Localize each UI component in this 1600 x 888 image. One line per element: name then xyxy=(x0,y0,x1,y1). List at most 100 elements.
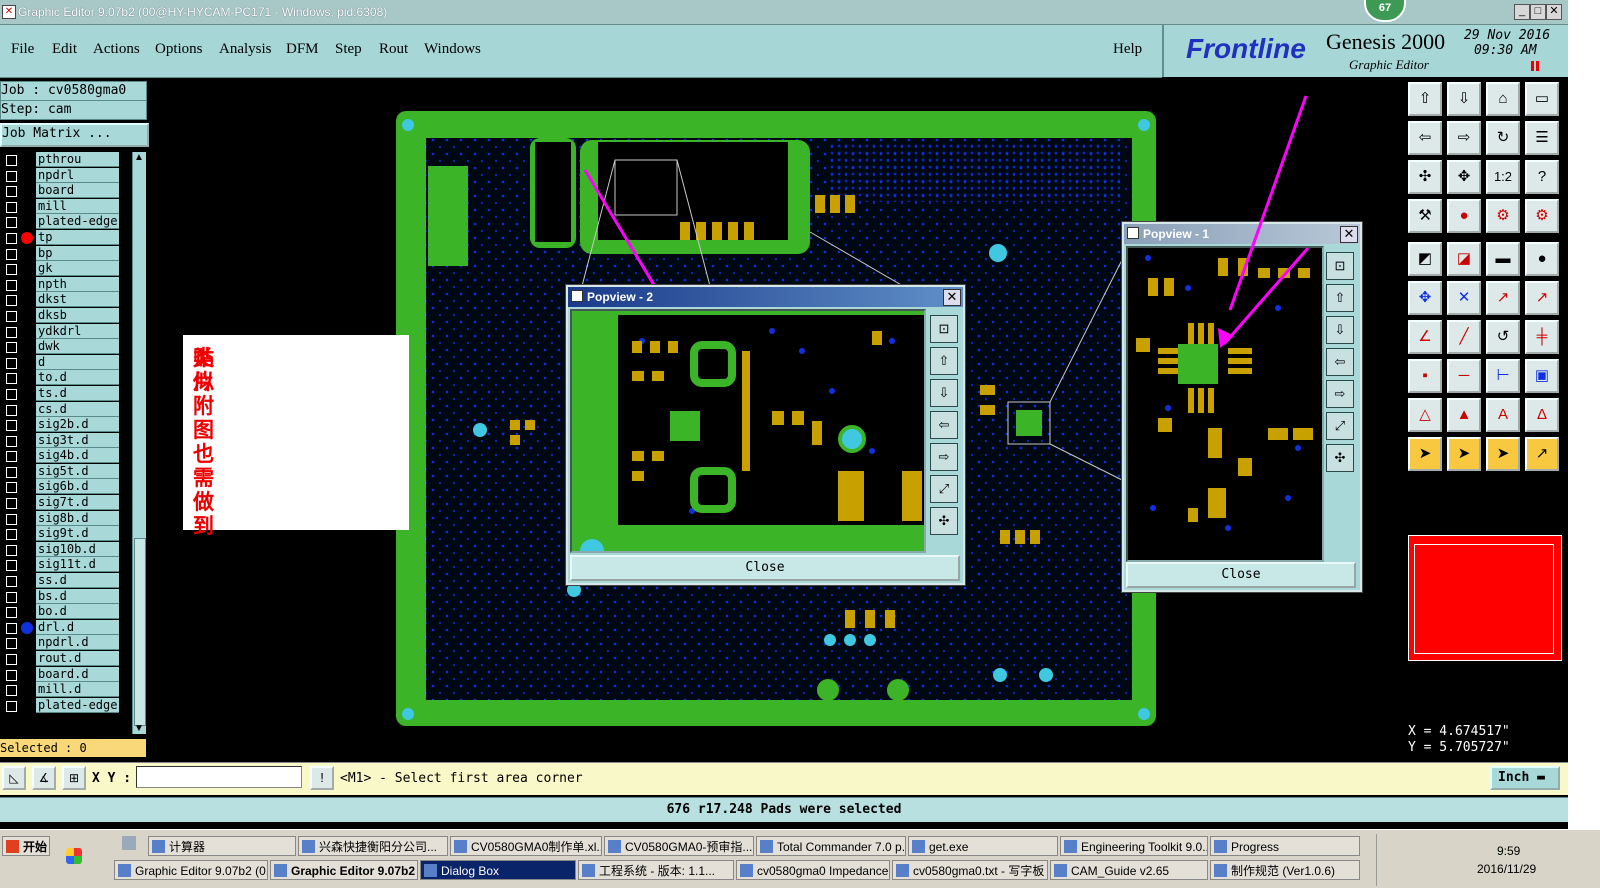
scroll-thumb[interactable] xyxy=(134,538,146,726)
layer-checkbox[interactable] xyxy=(6,420,17,432)
layer-row[interactable]: sig4b.d xyxy=(0,448,133,464)
layer-row[interactable]: rout.d xyxy=(0,651,133,667)
scale-1-2-icon[interactable]: 1:2 xyxy=(1486,160,1520,194)
layer-row[interactable]: bp xyxy=(0,245,133,262)
layer-checkbox[interactable] xyxy=(6,295,17,307)
layer-name[interactable]: sig3t.d xyxy=(36,432,119,448)
layer-name[interactable]: plated-edge xyxy=(36,214,119,230)
layer-checkbox[interactable] xyxy=(6,591,17,603)
layer-row[interactable]: board xyxy=(0,183,133,199)
grid-icon[interactable]: ⊞ xyxy=(62,766,86,790)
layer-checkbox[interactable] xyxy=(6,310,17,322)
layer-name[interactable]: npdrl.d xyxy=(36,635,119,651)
menu-actions[interactable]: Actions xyxy=(93,41,140,58)
menu-options[interactable]: Options xyxy=(155,41,203,58)
layer-row[interactable]: mill xyxy=(0,198,133,215)
layer-name[interactable]: bs.d xyxy=(36,588,119,604)
layer-row[interactable]: ts.d xyxy=(0,385,133,402)
move-right-icon[interactable]: ⇨ xyxy=(1447,121,1481,155)
layer-name[interactable]: sig10b.d xyxy=(36,541,119,557)
menu-dfm[interactable]: DFM xyxy=(286,41,319,58)
layer-row[interactable]: d xyxy=(0,354,133,371)
layer-name[interactable]: gk xyxy=(36,261,119,277)
layer-row[interactable]: drl.d xyxy=(0,619,133,636)
taskbar-item[interactable]: 制作规范 (Ver1.0.6) xyxy=(1210,860,1360,880)
popview-1-close-button[interactable]: Close xyxy=(1126,562,1356,588)
layer-checkbox[interactable] xyxy=(6,217,17,229)
triangle-icon[interactable]: △ xyxy=(1408,398,1442,432)
layer-row[interactable]: sig9t.d xyxy=(0,526,133,542)
popview-2-close-icon[interactable]: ✕ xyxy=(943,289,961,306)
triangle3-icon[interactable]: A xyxy=(1486,398,1520,432)
connect-icon[interactable]: ✥ xyxy=(1408,281,1442,315)
layer-name[interactable]: dwk xyxy=(36,339,119,355)
layer-row[interactable]: pthrou xyxy=(0,152,133,168)
layer-row[interactable]: sig3t.d xyxy=(0,432,133,449)
layer-checkbox[interactable] xyxy=(6,482,17,494)
layer-checkbox[interactable] xyxy=(6,498,17,510)
taskbar-item[interactable]: Engineering Toolkit 9.0... xyxy=(1060,836,1208,856)
move-up-icon[interactable]: ⇧ xyxy=(1408,82,1442,116)
layer-checkbox[interactable] xyxy=(6,404,17,416)
pan-up-icon[interactable]: ⇧ xyxy=(930,347,958,375)
dot-icon[interactable]: ● xyxy=(1525,242,1559,276)
layer-row[interactable]: gk xyxy=(0,261,133,277)
overview-map[interactable] xyxy=(1408,535,1562,661)
layer-name[interactable]: drl.d xyxy=(36,619,119,635)
mode-icon-2[interactable]: ∡ xyxy=(32,766,56,790)
redraw-icon[interactable]: ↻ xyxy=(1486,121,1520,155)
layer-checkbox[interactable] xyxy=(6,279,17,291)
info-icon[interactable]: ! xyxy=(310,766,334,790)
layer-checkbox[interactable] xyxy=(6,264,17,276)
layer-name[interactable]: sig2b.d xyxy=(36,417,119,433)
layer-row[interactable]: npdrl.d xyxy=(0,635,133,651)
layer-checkbox[interactable] xyxy=(6,544,17,556)
layer-name[interactable]: mill xyxy=(36,198,119,214)
pointer2-icon[interactable]: ➤ xyxy=(1447,437,1481,471)
dash-icon[interactable]: ─ xyxy=(1447,359,1481,393)
tool-icon[interactable]: ⚒ xyxy=(1408,199,1442,233)
arc-icon[interactable]: ↺ xyxy=(1486,320,1520,354)
layer-row[interactable]: sig7t.d xyxy=(0,495,133,511)
pan-right-icon[interactable]: ⇨ xyxy=(930,443,958,471)
zoom-out-icon[interactable]: ⤢ xyxy=(1326,412,1354,440)
layer-checkbox[interactable] xyxy=(6,529,17,541)
job-matrix-button[interactable]: Job Matrix ... xyxy=(0,123,149,147)
layer-row[interactable]: sig2b.d xyxy=(0,417,133,433)
layer-row[interactable]: dkst xyxy=(0,292,133,308)
taskbar-item[interactable]: Dialog Box xyxy=(420,860,576,880)
layer-checkbox[interactable] xyxy=(6,607,17,619)
taskbar-item[interactable]: CAM_Guide v2.65 xyxy=(1050,860,1208,880)
layer-row[interactable]: dwk xyxy=(0,339,133,355)
layer-name[interactable]: d xyxy=(36,354,119,370)
layer-checkbox[interactable] xyxy=(6,373,17,385)
layer-row[interactable]: sig10b.d xyxy=(0,541,133,558)
taskbar-item[interactable]: CV0580GMA0-预审指... xyxy=(604,836,754,856)
layer-row[interactable]: plated-edge xyxy=(0,697,133,714)
layer-name[interactable]: dkst xyxy=(36,292,119,308)
layer-name[interactable]: sig5t.d xyxy=(36,463,119,479)
layer-checkbox[interactable] xyxy=(6,560,17,572)
layer-row[interactable]: ydkdrl xyxy=(0,323,133,340)
layer-checkbox[interactable] xyxy=(6,435,17,447)
dimension-icon[interactable]: ⊢ xyxy=(1486,359,1520,393)
layer-checkbox[interactable] xyxy=(6,170,17,182)
layer-checkbox[interactable] xyxy=(6,622,17,634)
layer-name[interactable]: pthrou xyxy=(36,152,119,167)
layer-name[interactable]: sig8b.d xyxy=(36,510,119,526)
zoom-out-icon[interactable]: ⤢ xyxy=(930,475,958,503)
pan-icon[interactable]: ✥ xyxy=(1447,160,1481,194)
layer-checkbox[interactable] xyxy=(6,357,17,369)
layer-row[interactable]: npdrl xyxy=(0,167,133,184)
layer-row[interactable]: tp xyxy=(0,229,133,246)
move-left-icon[interactable]: ⇦ xyxy=(1408,121,1442,155)
layer-checkbox[interactable] xyxy=(6,326,17,338)
net2-icon[interactable]: ⚙ xyxy=(1525,199,1559,233)
layer-row[interactable]: dksb xyxy=(0,307,133,324)
quick-launch-icon[interactable] xyxy=(66,848,82,864)
layer-scrollbar[interactable]: ▲ ▼ xyxy=(132,152,146,734)
layer-checkbox[interactable] xyxy=(6,201,17,213)
layer-row[interactable]: bs.d xyxy=(0,588,133,605)
zoom-fit-icon[interactable]: ✣ xyxy=(1408,160,1442,194)
layer-name[interactable]: npdrl xyxy=(36,167,119,183)
